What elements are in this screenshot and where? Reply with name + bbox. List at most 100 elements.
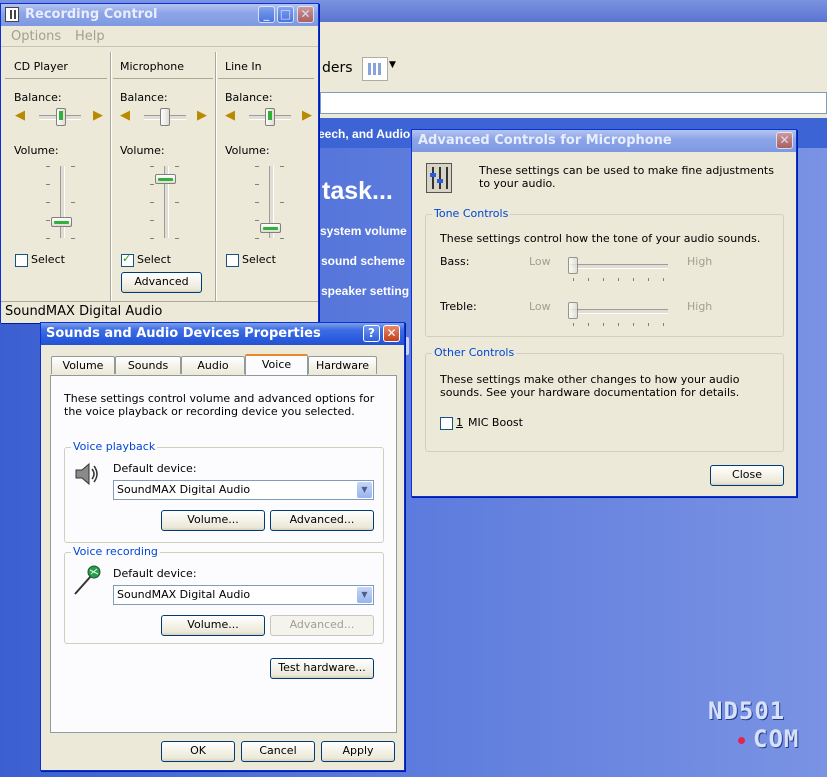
speaker-right-icon: ▶ xyxy=(197,108,207,123)
tab-strip: Volume Sounds Audio Voice Hardware xyxy=(51,354,396,377)
recording-device-select[interactable]: SoundMAX Digital Audio ▼ xyxy=(113,585,374,605)
select-label[interactable]: Select xyxy=(137,253,171,266)
tab-volume[interactable]: Volume xyxy=(51,356,115,374)
treble-label: Treble: xyxy=(440,300,477,313)
balance-label: Balance: xyxy=(14,91,62,104)
select-label[interactable]: Select xyxy=(31,253,65,266)
balance-slider[interactable] xyxy=(56,108,66,126)
treble-slider[interactable] xyxy=(568,302,578,319)
other-controls-label: Other Controls xyxy=(432,346,517,359)
select-checkbox[interactable] xyxy=(226,254,239,267)
watermark-dot xyxy=(738,737,745,744)
balance-slider[interactable] xyxy=(160,108,170,126)
bass-high-label: High xyxy=(687,255,713,268)
advanced-controls-window: Advanced Controls for Microphone ✕ These… xyxy=(411,129,797,497)
tab-hardware[interactable]: Hardware xyxy=(308,356,377,374)
task-link-scheme[interactable]: sound scheme xyxy=(321,254,405,268)
menu-help[interactable]: Help xyxy=(75,29,105,44)
select-checkbox[interactable] xyxy=(121,252,134,267)
close-dialog-button[interactable]: Close xyxy=(710,465,784,486)
mixer-app-icon xyxy=(5,7,19,22)
cancel-button[interactable]: Cancel xyxy=(241,741,315,762)
select-label[interactable]: Select xyxy=(242,253,276,266)
menu-options[interactable]: Options xyxy=(11,29,61,44)
recording-device-value: SoundMAX Digital Audio xyxy=(117,588,251,601)
speaker-left-icon: ◀ xyxy=(225,108,235,123)
channel-cd-player: CD Player Balance: ◀ ▶ Volume: Select xyxy=(1,48,109,300)
address-field[interactable] xyxy=(320,92,827,114)
minimize-button[interactable]: _ xyxy=(258,6,275,23)
views-icon[interactable] xyxy=(362,57,388,81)
tab-audio[interactable]: Audio xyxy=(181,356,245,374)
mic-boost-checkbox[interactable] xyxy=(440,417,453,430)
voice-tab-panel: These settings control volume and advanc… xyxy=(50,375,397,733)
mic-boost-label[interactable]: MIC Boost xyxy=(468,416,523,429)
tab-voice[interactable]: Voice xyxy=(245,354,308,375)
treble-high-label: High xyxy=(687,300,713,313)
task-link-volume[interactable]: system volume xyxy=(320,224,407,238)
window-title: Advanced Controls for Microphone xyxy=(418,133,672,148)
pick-task-heading: task... xyxy=(322,177,393,205)
sounds-properties-titlebar[interactable]: Sounds and Audio Devices Properties ? ✕ xyxy=(41,323,404,345)
balance-label: Balance: xyxy=(120,91,168,104)
recording-volume-button[interactable]: Volume... xyxy=(161,615,265,636)
ok-button[interactable]: OK xyxy=(161,741,235,762)
channel-microphone: Microphone Balance: ◀ ▶ Volume: Select A… xyxy=(111,48,215,300)
test-hardware-button[interactable]: Test hardware... xyxy=(270,658,374,679)
volume-label: Volume: xyxy=(120,144,165,157)
microphone-icon xyxy=(71,564,103,596)
task-link-speaker[interactable]: speaker setting xyxy=(321,284,409,298)
status-device: SoundMAX Digital Audio xyxy=(5,304,163,319)
volume-label: Volume: xyxy=(14,144,59,157)
maximize-button[interactable]: □ xyxy=(277,6,294,23)
bass-low-label: Low xyxy=(529,255,551,268)
close-button[interactable]: ✕ xyxy=(776,132,793,149)
category-link[interactable]: eech, and Audio xyxy=(318,127,410,141)
recording-control-titlebar[interactable]: Recording Control _ □ ✕ xyxy=(1,4,318,26)
treble-low-label: Low xyxy=(529,300,551,313)
bass-ticks xyxy=(573,278,671,281)
mic-boost-number[interactable]: 1 xyxy=(456,416,463,429)
recording-control-window: Recording Control _ □ ✕ Options Help CD … xyxy=(0,3,319,323)
volume-slider[interactable] xyxy=(155,174,176,184)
advanced-button[interactable]: Advanced xyxy=(121,272,202,293)
speaker-left-icon: ◀ xyxy=(120,108,130,123)
advanced-controls-titlebar[interactable]: Advanced Controls for Microphone ✕ xyxy=(412,130,796,152)
menu-bar: Options Help xyxy=(1,27,318,47)
folders-label[interactable]: ders xyxy=(322,60,353,76)
speaker-right-icon: ▶ xyxy=(302,108,312,123)
bass-slider[interactable] xyxy=(568,257,578,274)
channel-name: CD Player xyxy=(14,60,68,73)
volume-slider[interactable] xyxy=(260,223,281,233)
close-button[interactable]: ✕ xyxy=(383,325,400,342)
close-button[interactable]: ✕ xyxy=(297,6,314,23)
playback-device-value: SoundMAX Digital Audio xyxy=(117,483,251,496)
recording-default-label: Default device: xyxy=(113,567,197,580)
window-title: Recording Control xyxy=(25,7,158,22)
chevron-down-icon: ▼ xyxy=(357,587,372,603)
watermark-line1: ND501 xyxy=(708,697,786,725)
chevron-down-icon[interactable]: ▼ xyxy=(389,60,396,70)
intro-text: These settings can be used to make fine … xyxy=(479,164,774,190)
apply-button[interactable]: Apply xyxy=(321,741,395,762)
watermark-line2: COM xyxy=(753,725,800,753)
tab-sounds[interactable]: Sounds xyxy=(115,356,181,374)
channel-name: Microphone xyxy=(120,60,185,73)
volume-track xyxy=(60,166,65,238)
bass-track xyxy=(570,264,668,269)
voice-intro: These settings control volume and advanc… xyxy=(64,392,375,418)
speaker-left-icon: ◀ xyxy=(15,108,25,123)
playback-advanced-button[interactable]: Advanced... xyxy=(270,510,374,531)
balance-slider[interactable] xyxy=(265,108,275,126)
help-button[interactable]: ? xyxy=(363,325,380,342)
playback-volume-button[interactable]: Volume... xyxy=(161,510,265,531)
volume-slider[interactable] xyxy=(51,217,72,227)
status-bar: SoundMAX Digital Audio xyxy=(1,301,318,323)
speaker-icon xyxy=(73,460,101,488)
playback-device-select[interactable]: SoundMAX Digital Audio ▼ xyxy=(113,480,374,500)
select-checkbox[interactable] xyxy=(15,254,28,267)
channel-name: Line In xyxy=(225,60,262,73)
balance-label: Balance: xyxy=(225,91,273,104)
other-controls-group xyxy=(425,353,784,452)
voice-playback-label: Voice playback xyxy=(71,440,158,453)
